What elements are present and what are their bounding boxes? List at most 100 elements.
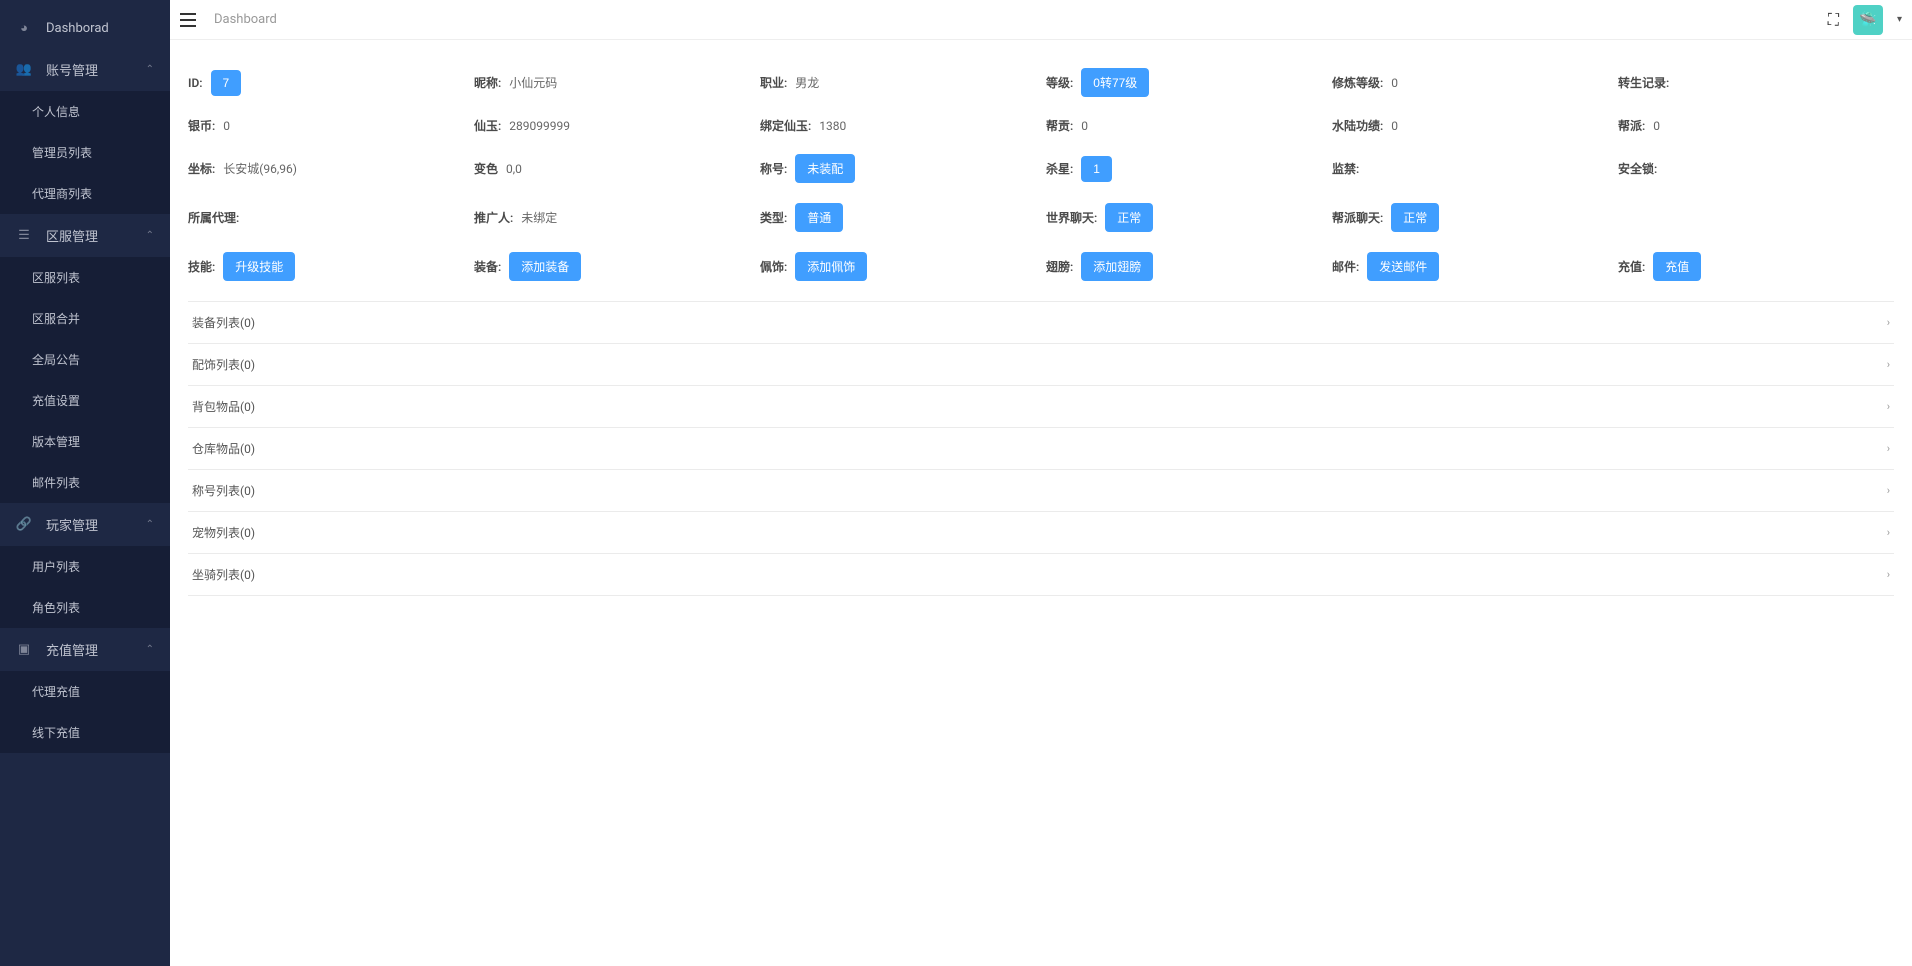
money-icon: ▣ (16, 642, 32, 658)
accordion-item[interactable]: 配饰列表(0)› (188, 344, 1894, 386)
accordion-title: 坐骑列表(0) (192, 566, 255, 583)
info-label: 帮派聊天: (1332, 209, 1383, 226)
avatar[interactable]: 🛸 (1853, 5, 1883, 35)
info-cell: 坐标:长安城(96,96) (188, 154, 464, 183)
accordion-item[interactable]: 装备列表(0) › (188, 301, 1894, 344)
accordion-title: 配饰列表(0) (192, 356, 255, 373)
accordion-item[interactable]: 宠物列表(0) › (188, 512, 1894, 554)
info-value: 长安城(96,96) (223, 160, 297, 177)
sidebar-item-mail-list[interactable]: 邮件列表 (0, 462, 170, 503)
sidebar: ◕ Dashborad 👥 账号管理 ⌃ 个人信息 管理员列表 代理商列表 ☰ … (0, 0, 170, 966)
sidebar-item-recharge-setting[interactable]: 充值设置 (0, 380, 170, 421)
action-button[interactable]: 充值 (1653, 252, 1701, 281)
sidebar-item-role-list[interactable]: 角色列表 (0, 587, 170, 628)
info-cell: 世界聊天:正常 (1046, 203, 1322, 232)
action-button[interactable]: 正常 (1391, 203, 1439, 232)
info-cell: 转生记录: (1618, 68, 1894, 97)
sidebar-item-user-list[interactable]: 用户列表 (0, 546, 170, 587)
action-button[interactable]: 0转77级 (1081, 68, 1149, 97)
info-value: 男龙 (795, 74, 819, 91)
sidebar-item-personal-info[interactable]: 个人信息 (0, 91, 170, 132)
sidebar-item-player-mgmt[interactable]: 🔗 玩家管理 ⌃ (0, 503, 170, 546)
sidebar-item-label: 线下充值 (32, 724, 80, 741)
info-label: 仙玉: (474, 117, 501, 134)
info-cell: 推广人: 未绑定 (474, 203, 750, 232)
info-label: 推广人: (474, 209, 513, 226)
sidebar-item-zone-list[interactable]: 区服列表 (0, 257, 170, 298)
sidebar-item-account-mgmt[interactable]: 👥 账号管理 ⌃ (0, 48, 170, 91)
action-button[interactable]: 7 (211, 70, 242, 96)
action-button[interactable]: 1 (1081, 156, 1112, 182)
accordion-item[interactable]: 坐骑列表(0) › (188, 554, 1894, 596)
chevron-right-icon: › (1887, 526, 1890, 539)
info-cell (1618, 203, 1894, 232)
info-row: ID:7昵称:小仙元码职业:男龙等级:0转77级修炼等级:0转生记录: (188, 58, 1894, 107)
accordion-title: 宠物列表(0) (192, 524, 255, 541)
info-cell: 帮贡:0 (1046, 117, 1322, 134)
accordion-item[interactable]: 背包物品(0)› (188, 386, 1894, 428)
menu-toggle-icon[interactable] (180, 13, 196, 27)
sidebar-item-admin-list[interactable]: 管理员列表 (0, 132, 170, 173)
main-content: Dashboard ⛶ 🛸 ▾ ID:7昵称:小仙元码职业:男龙等级:0转77级… (170, 0, 1912, 966)
sidebar-item-zone-merge[interactable]: 区服合并 (0, 298, 170, 339)
action-button[interactable]: 未装配 (795, 154, 855, 183)
topbar: Dashboard ⛶ 🛸 ▾ (170, 0, 1912, 40)
info-label: 装备: (474, 258, 501, 275)
info-value: 未绑定 (521, 209, 557, 226)
accordion-item[interactable]: 称号列表(0)› (188, 470, 1894, 512)
accordion-title: 背包物品(0) (192, 398, 255, 415)
action-button[interactable]: 升级技能 (223, 252, 295, 281)
info-cell: 昵称:小仙元码 (474, 68, 750, 97)
info-cell: 佩饰: 添加佩饰 (760, 252, 1036, 281)
action-button[interactable]: 添加装备 (509, 252, 581, 281)
chevron-right-icon: › (1887, 316, 1890, 329)
sidebar-item-agent-recharge[interactable]: 代理充值 (0, 671, 170, 712)
info-cell: 杀星: 1 (1046, 154, 1322, 183)
info-row: 所属代理: 推广人: 未绑定 类型:普通世界聊天:正常帮派聊天: 正常 (188, 193, 1894, 242)
info-cell: 装备: 添加装备 (474, 252, 750, 281)
accordion-item[interactable]: 仓库物品(0)› (188, 428, 1894, 470)
sidebar-item-version-mgmt[interactable]: 版本管理 (0, 421, 170, 462)
info-value: 小仙元码 (509, 74, 557, 91)
accordion-title: 装备列表(0) (192, 314, 255, 331)
accordion-list: 装备列表(0)›配饰列表(0)›背包物品(0)›仓库物品(0)›称号列表(0)›… (188, 301, 1894, 596)
sidebar-item-label: 邮件列表 (32, 474, 80, 491)
caret-down-icon[interactable]: ▾ (1897, 14, 1902, 25)
sidebar-item-agent-list[interactable]: 代理商列表 (0, 173, 170, 214)
action-button[interactable]: 添加佩饰 (795, 252, 867, 281)
action-button[interactable]: 正常 (1105, 203, 1153, 232)
sidebar-item-label: 区服合并 (32, 310, 80, 327)
sidebar-item-global-notice[interactable]: 全局公告 (0, 339, 170, 380)
info-cell: 帮派聊天: 正常 (1332, 203, 1608, 232)
action-button[interactable]: 发送邮件 (1367, 252, 1439, 281)
sidebar-item-recharge-mgmt[interactable]: ▣ 充值管理 ⌃ (0, 628, 170, 671)
info-value: 0 (223, 119, 230, 133)
info-label: 绑定仙玉: (760, 117, 811, 134)
info-row: 坐标:长安城(96,96)变色0,0称号:未装配杀星:1监禁:安全锁: (188, 144, 1894, 193)
sidebar-item-zone-mgmt[interactable]: ☰ 区服管理 ⌃ (0, 214, 170, 257)
chevron-right-icon: › (1887, 568, 1890, 581)
info-row: 技能:升级技能装备:添加装备佩饰:添加佩饰翅膀:添加翅膀邮件:发送邮件充值:充值 (188, 242, 1894, 291)
info-label: ID: (188, 76, 203, 90)
info-cell: ID: 7 (188, 68, 464, 97)
action-button[interactable]: 添加翅膀 (1081, 252, 1153, 281)
info-cell: 等级: 0转77级 (1046, 68, 1322, 97)
info-label: 佩饰: (760, 258, 787, 275)
fullscreen-icon[interactable]: ⛶ (1828, 10, 1839, 30)
action-button[interactable]: 普通 (795, 203, 843, 232)
link-icon: 🔗 (16, 517, 32, 533)
sidebar-item-dashboard[interactable]: ◕ Dashborad (0, 8, 170, 48)
info-cell: 技能:升级技能 (188, 252, 464, 281)
info-row: 银币:0仙玉:289099999绑定仙玉:1380帮贡:0水陆功绩:0帮派:0 (188, 107, 1894, 144)
sidebar-item-offline-recharge[interactable]: 线下充值 (0, 712, 170, 753)
info-value: 0,0 (506, 162, 522, 176)
sidebar-item-label: 充值设置 (32, 392, 80, 409)
info-cell: 所属代理: (188, 203, 464, 232)
info-label: 称号: (760, 160, 787, 177)
info-label: 翅膀: (1046, 258, 1073, 275)
info-cell: 类型:普通 (760, 203, 1036, 232)
info-cell: 邮件:发送邮件 (1332, 252, 1608, 281)
dashboard-icon: ◕ (16, 20, 32, 36)
info-label: 杀星: (1046, 160, 1073, 177)
info-label: 等级: (1046, 74, 1073, 91)
